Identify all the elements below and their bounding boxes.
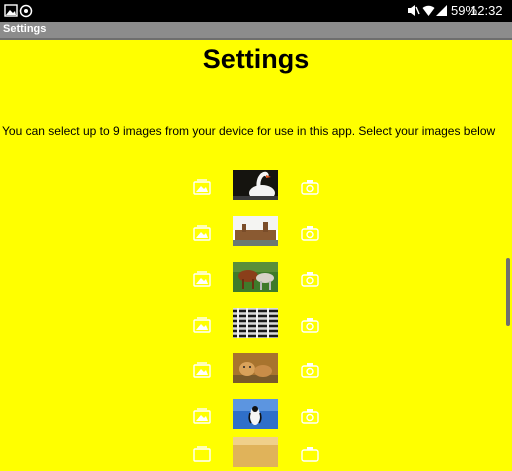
camera-icon[interactable] (301, 317, 319, 333)
image-thumbnail-penguin[interactable] (233, 399, 278, 429)
image-thumbnail-zebras[interactable] (233, 308, 278, 338)
camera-icon[interactable] (301, 225, 319, 241)
image-list (0, 0, 512, 467)
gallery-icon[interactable] (193, 271, 211, 287)
camera-icon[interactable] (301, 271, 319, 287)
image-thumbnail-lion-cubs[interactable] (233, 353, 278, 383)
scrollbar-thumb[interactable] (506, 258, 510, 326)
image-row-1 (0, 170, 512, 204)
image-row-3 (0, 262, 512, 296)
gallery-icon[interactable] (193, 408, 211, 424)
image-thumbnail-swan[interactable] (233, 170, 278, 200)
image-thumbnail-desert[interactable] (233, 437, 278, 467)
image-row-6 (0, 399, 512, 433)
image-row-4 (0, 308, 512, 342)
image-row-5 (0, 353, 512, 387)
gallery-icon[interactable] (193, 179, 211, 195)
gallery-icon[interactable] (193, 362, 211, 378)
camera-icon[interactable] (301, 179, 319, 195)
camera-icon[interactable] (301, 362, 319, 378)
image-thumbnail-parliament-building[interactable] (233, 216, 278, 246)
image-row-2 (0, 216, 512, 250)
gallery-icon[interactable] (193, 446, 211, 462)
camera-icon[interactable] (301, 408, 319, 424)
gallery-icon[interactable] (193, 317, 211, 333)
gallery-icon[interactable] (193, 225, 211, 241)
image-thumbnail-horses[interactable] (233, 262, 278, 292)
camera-icon[interactable] (301, 446, 319, 462)
image-row-7 (0, 437, 512, 471)
